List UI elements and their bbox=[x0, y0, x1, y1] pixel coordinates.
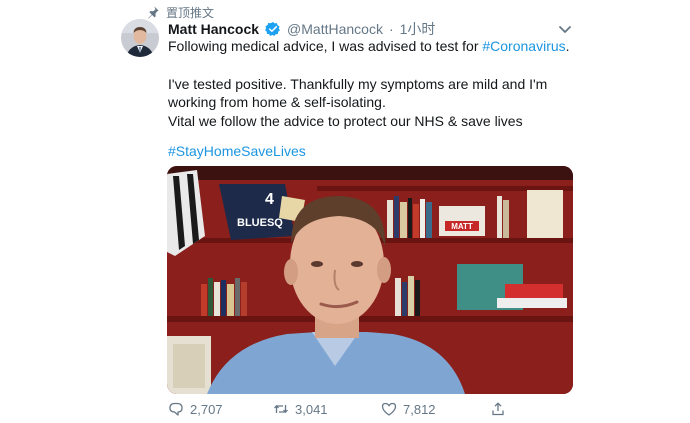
pin-icon bbox=[148, 6, 159, 19]
author-name[interactable]: Matt Hancock bbox=[168, 21, 259, 37]
name-box-label: MATT bbox=[451, 222, 473, 231]
header-separator: · bbox=[388, 21, 394, 37]
tweet-text-line1-body: Following medical advice, I was advised … bbox=[168, 38, 483, 54]
pinned-indicator: 置顶推文 bbox=[146, 4, 214, 20]
like-button[interactable]: 7,812 bbox=[381, 399, 436, 419]
pinned-label: 置顶推文 bbox=[166, 5, 215, 20]
avatar-image bbox=[121, 19, 159, 57]
verified-badge-icon bbox=[265, 22, 280, 36]
tweet-text-line1-end: . bbox=[565, 38, 570, 54]
tweet-actions: 2,707 3,041 7,812 bbox=[168, 399, 588, 419]
tweet-paragraph-3: Vital we follow the advice to protect ou… bbox=[168, 113, 523, 129]
avatar[interactable] bbox=[121, 19, 159, 57]
tweet-text-line1: Following medical advice, I was advised … bbox=[168, 37, 578, 55]
share-button[interactable] bbox=[490, 399, 506, 419]
chevron-down-icon[interactable] bbox=[556, 20, 574, 38]
author-handle[interactable]: @MattHancock bbox=[287, 21, 383, 37]
hashtag-stayhomesavelives[interactable]: #StayHomeSaveLives bbox=[168, 143, 306, 159]
retweet-button[interactable]: 3,041 bbox=[273, 399, 328, 419]
share-icon bbox=[492, 402, 504, 416]
shirt-text: BLUESQ bbox=[237, 217, 283, 229]
tweet-header: Matt Hancock @MattHancock · 1小时 bbox=[168, 20, 570, 38]
tweet-timestamp[interactable]: 1小时 bbox=[400, 19, 436, 39]
retweet-icon bbox=[274, 405, 288, 413]
tweet-hashtag-line: #StayHomeSaveLives bbox=[168, 142, 578, 160]
video-frame: MATT BLUESQ 4 bbox=[167, 166, 573, 394]
tweet-video[interactable]: MATT BLUESQ 4 bbox=[167, 166, 573, 394]
like-count: 7,812 bbox=[403, 401, 436, 417]
hashtag-coronavirus[interactable]: #Coronavirus bbox=[482, 38, 565, 54]
tweet-paragraph-2: I've tested positive. Thankfully my symp… bbox=[168, 76, 548, 110]
retweet-count: 3,041 bbox=[295, 401, 328, 417]
name-box: MATT bbox=[439, 206, 485, 236]
heart-icon bbox=[381, 402, 397, 416]
shirt-number: 4 bbox=[265, 191, 274, 208]
reply-icon bbox=[169, 402, 183, 416]
reply-count: 2,707 bbox=[190, 401, 223, 417]
reply-button[interactable]: 2,707 bbox=[168, 399, 223, 419]
